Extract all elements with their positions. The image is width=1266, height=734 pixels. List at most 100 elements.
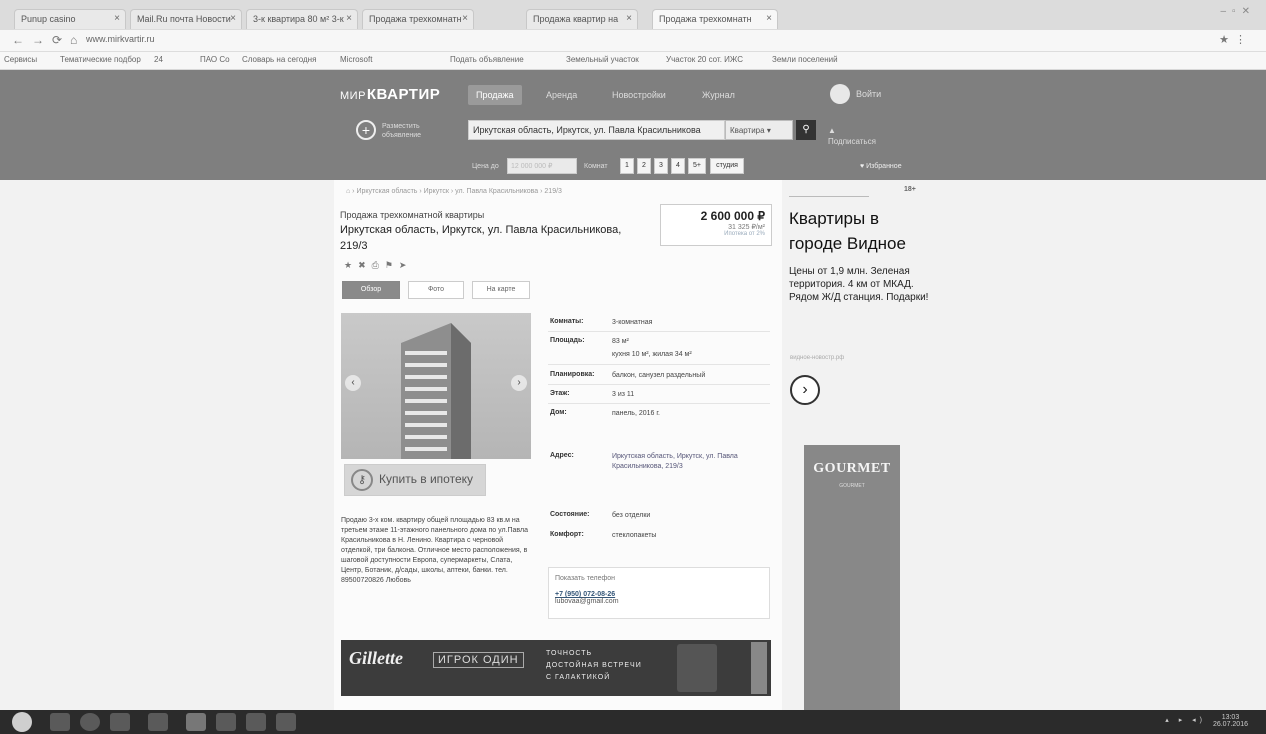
bell-icon: ▲ bbox=[828, 126, 836, 135]
close-icon[interactable]: × bbox=[766, 13, 772, 24]
bookmark[interactable]: Тематические подбор bbox=[60, 55, 141, 64]
close-icon[interactable]: × bbox=[114, 13, 120, 24]
rooms-option[interactable]: 3 bbox=[654, 158, 668, 174]
close-icon[interactable]: × bbox=[230, 13, 236, 24]
share-icon[interactable]: ➤ bbox=[399, 260, 413, 270]
contact-email[interactable]: lubovaa@gmail.com bbox=[555, 598, 763, 605]
search-button[interactable]: ⚲ bbox=[796, 120, 816, 140]
site-logo[interactable]: МИРКВАРТИР bbox=[340, 86, 440, 103]
start-button[interactable] bbox=[12, 712, 32, 732]
bookmark[interactable]: 24 bbox=[154, 55, 163, 64]
add-listing-label[interactable]: Разместить объявление bbox=[382, 122, 442, 140]
taskbar-app-icon[interactable] bbox=[276, 713, 296, 731]
close-icon[interactable]: × bbox=[462, 13, 468, 24]
tab-map[interactable]: На карте bbox=[472, 281, 530, 299]
system-tray[interactable]: ▴ ▸ ◂) bbox=[1165, 716, 1206, 724]
studio-option[interactable]: студия bbox=[710, 158, 744, 174]
tab-title: Punup casino bbox=[21, 14, 76, 24]
ad-next-button[interactable]: › bbox=[790, 375, 820, 405]
taskbar-app-icon[interactable] bbox=[216, 713, 236, 731]
close-icon[interactable]: × bbox=[346, 13, 352, 24]
gourmet-subtitle: GOURMET bbox=[839, 483, 865, 489]
star-icon[interactable]: ★⋮ bbox=[1219, 33, 1252, 46]
tab-title: Продажа трехкомнатн bbox=[659, 14, 752, 24]
prev-photo-icon[interactable]: ‹ bbox=[345, 375, 361, 391]
show-phone-link[interactable]: Показать телефон bbox=[555, 575, 763, 582]
bookmark[interactable]: Земли поселений bbox=[772, 55, 838, 64]
taskbar-app-icon[interactable] bbox=[246, 713, 266, 731]
heart-icon: ♥ bbox=[860, 163, 865, 170]
contact-box: Показать телефон +7 (950) 072-08-26 lubo… bbox=[548, 567, 770, 619]
browser-tab[interactable]: Punup casino × bbox=[14, 9, 126, 29]
nav-tab-sale[interactable]: Продажа bbox=[468, 85, 522, 105]
next-photo-icon[interactable]: › bbox=[511, 375, 527, 391]
nav-tab-rent[interactable]: Аренда bbox=[538, 85, 585, 105]
banner-line: ДОСТОЙНАЯ ВСТРЕЧИ bbox=[546, 662, 642, 669]
clock[interactable]: 13:03 26.07.2016 bbox=[1213, 714, 1248, 728]
nav-tab-journal[interactable]: Журнал bbox=[694, 85, 743, 105]
bookmark[interactable]: Microsoft bbox=[340, 55, 372, 64]
browser-tab[interactable]: Mail.Ru почта Новости × bbox=[130, 9, 242, 29]
search-input[interactable]: Иркутская область, Иркутск, ул. Павла Кр… bbox=[468, 120, 725, 140]
browser-tab[interactable]: Продажа трехкомнатн × bbox=[362, 9, 474, 29]
browser-tab[interactable]: 3-к квартира 80 м² 3-к × bbox=[246, 9, 358, 29]
tab-photo[interactable]: Фото bbox=[408, 281, 464, 299]
nav-tab-newbuild[interactable]: Новостройки bbox=[604, 85, 674, 105]
ad-title[interactable]: Квартиры в городе Видное bbox=[789, 206, 929, 256]
rooms-filter-label: Комнат bbox=[584, 163, 608, 170]
taskbar: ▴ ▸ ◂) 13:03 26.07.2016 bbox=[0, 710, 1266, 734]
detail-label: Дом: bbox=[550, 409, 567, 416]
contact-phone[interactable]: +7 (950) 072-08-26 bbox=[555, 591, 763, 598]
detail-value[interactable]: Иркутская область, Иркутск, ул. Павла Кр… bbox=[612, 452, 762, 472]
bookmark[interactable]: ПАО Со bbox=[200, 55, 230, 64]
rooms-option[interactable]: 2 bbox=[637, 158, 651, 174]
detail-value: без отделки bbox=[612, 512, 651, 519]
folder-icon[interactable] bbox=[110, 713, 130, 731]
mortgage-button[interactable]: ⚷ Купить в ипотеку bbox=[344, 464, 486, 496]
detail-label: Комфорт: bbox=[550, 531, 584, 538]
taskbar-app-icon[interactable] bbox=[148, 713, 168, 731]
property-type-select[interactable]: Квартира ▾ bbox=[725, 120, 793, 140]
bookmark[interactable]: Подать объявление bbox=[450, 55, 524, 64]
detail-value: балкон, санузел раздельный bbox=[612, 372, 706, 379]
browser-tab-active[interactable]: Продажа трехкомнатн × bbox=[652, 9, 778, 29]
tab-title: 3-к квартира 80 м² 3-к bbox=[253, 14, 344, 24]
mortgage-note[interactable]: Ипотека от 2% bbox=[667, 231, 765, 237]
ad-url[interactable]: видное-новостр.рф bbox=[790, 355, 844, 361]
tab-overview[interactable]: Обзор bbox=[342, 281, 400, 299]
close-icon[interactable]: ✖ bbox=[358, 260, 372, 270]
url-field[interactable]: www.mirkvartir.ru bbox=[86, 34, 155, 44]
nav-buttons[interactable]: ←→⟳⌂ bbox=[12, 33, 85, 47]
bookmark[interactable]: Участок 20 сот. ИЖС bbox=[666, 55, 743, 64]
tab-title: Продажа квартир на bbox=[533, 14, 619, 24]
print-icon[interactable]: ⎙ bbox=[372, 260, 385, 270]
home-icon[interactable]: ⌂ bbox=[346, 188, 350, 195]
rooms-option[interactable]: 5+ bbox=[688, 158, 706, 174]
avatar[interactable] bbox=[830, 84, 850, 104]
price-per-meter: 31 325 ₽/м² bbox=[728, 224, 765, 231]
add-listing-button[interactable]: + bbox=[356, 120, 376, 140]
flag-icon[interactable]: ⚑ bbox=[385, 260, 399, 270]
key-icon: ⚷ bbox=[351, 469, 373, 491]
browser-tab[interactable]: Продажа квартир на × bbox=[526, 9, 638, 29]
gillette-banner[interactable]: Gillette ИГРОК ОДИН ТОЧНОСТЬ ДОСТОЙНАЯ В… bbox=[341, 640, 771, 696]
subscribe-link[interactable]: ▲ Подписаться bbox=[828, 125, 876, 147]
favorites-link[interactable]: ♥ Избранное bbox=[860, 163, 902, 170]
listing-photo[interactable]: ‹ › bbox=[341, 313, 531, 459]
login-link[interactable]: Войти bbox=[856, 89, 881, 99]
close-icon[interactable]: × bbox=[626, 13, 632, 24]
bookmark[interactable]: Земельный участок bbox=[566, 55, 639, 64]
star-icon[interactable]: ★ bbox=[344, 260, 358, 270]
rooms-option[interactable]: 1 bbox=[620, 158, 634, 174]
taskbar-app-icon[interactable] bbox=[50, 713, 70, 731]
gourmet-banner[interactable]: GOURMET GOURMET bbox=[804, 445, 900, 710]
skype-icon[interactable] bbox=[80, 713, 100, 731]
bookmark[interactable]: Сервисы bbox=[4, 55, 37, 64]
breadcrumb[interactable]: ⌂ › Иркутская область › Иркутск › ул. Па… bbox=[346, 188, 562, 195]
price-filter-input[interactable]: 12 000 000 ₽ bbox=[507, 158, 577, 174]
rooms-option[interactable]: 4 bbox=[671, 158, 685, 174]
chrome-icon[interactable] bbox=[186, 713, 206, 731]
breadcrumb-path[interactable]: Иркутская область › Иркутск › ул. Павла … bbox=[356, 188, 561, 195]
window-controls[interactable]: –▫✕ bbox=[1221, 6, 1257, 17]
bookmark[interactable]: Словарь на сегодня bbox=[242, 55, 316, 64]
